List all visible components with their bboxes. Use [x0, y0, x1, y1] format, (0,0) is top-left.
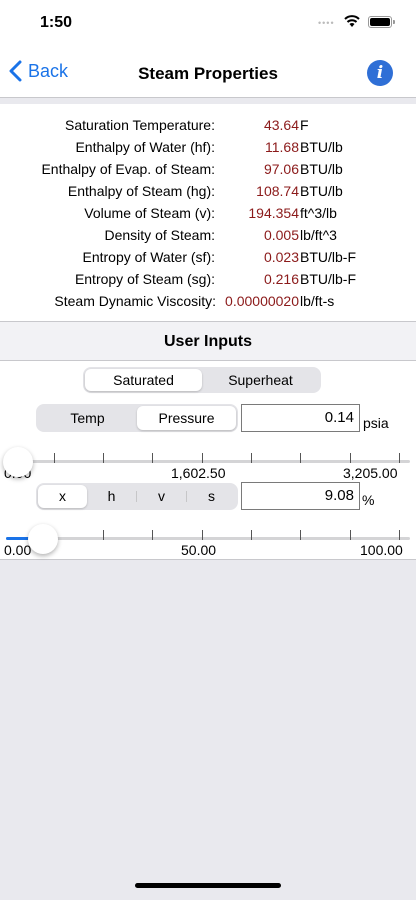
section-header-user-inputs: User Inputs — [0, 322, 416, 361]
slider-tick — [300, 453, 301, 463]
slider-max-label: 3,205.00 — [343, 465, 398, 481]
property-unit: ft^3/lb — [300, 205, 337, 221]
property-label: Steam Dynamic Viscosity: — [54, 293, 216, 309]
slider-tick — [152, 530, 153, 540]
property-unit: lb/ft-s — [300, 293, 335, 309]
pressure-unit-label: psia — [363, 415, 389, 431]
segment-pressure[interactable]: Pressure — [137, 406, 236, 430]
property-row-density-steam: Density of Steam: 0.005 lb/ft^3 — [0, 224, 416, 246]
property-row-enthalpy-steam: Enthalpy of Steam (hg): 108.74 BTU/lb — [0, 180, 416, 202]
info-icon[interactable]: i — [367, 60, 393, 86]
segment-x[interactable]: x — [38, 485, 87, 508]
status-time: 1:50 — [40, 14, 73, 31]
property-unit: BTU/lb-F — [300, 271, 356, 287]
variable-segmented-control: Temp Pressure — [36, 404, 238, 432]
property-row-entropy-water: Entropy of Water (sf): 0.023 BTU/lb-F — [0, 246, 416, 268]
slider-tick — [350, 530, 351, 540]
property-label: Entropy of Water (sf): — [82, 249, 215, 265]
mode-segmented-control: Saturated Superheat — [83, 367, 321, 393]
slider-tick — [152, 453, 153, 463]
slider-max-label: 100.00 — [360, 542, 403, 558]
wifi-icon — [344, 15, 360, 27]
property-row-saturation-temperature: Saturation Temperature: 43.64 F — [0, 114, 416, 136]
property-value: 97.06 — [263, 161, 299, 177]
property-row-entropy-steam: Entropy of Steam (sg): 0.216 BTU/lb-F — [0, 268, 416, 290]
navigation-bar: Back Steam Properties i — [0, 46, 416, 98]
property-row-volume-steam: Volume of Steam (v): 194.354 ft^3/lb — [0, 202, 416, 224]
slider-tick — [202, 530, 203, 540]
slider-tick — [251, 453, 252, 463]
property-unit: BTU/lb — [300, 139, 343, 155]
segment-temp[interactable]: Temp — [38, 406, 137, 430]
property-value: 0.023 — [263, 249, 299, 265]
segment-h[interactable]: h — [87, 485, 136, 508]
status-bar: 1:50 •••• — [0, 0, 416, 46]
battery-icon — [368, 16, 392, 28]
slider-tick — [103, 453, 104, 463]
property-label: Enthalpy of Evap. of Steam: — [41, 161, 215, 177]
property-label: Density of Steam: — [104, 227, 216, 243]
slider-tick — [251, 530, 252, 540]
slider-min-label: 0.00 — [4, 542, 32, 558]
properties-panel: Saturation Temperature: 43.64 F Enthalpy… — [0, 104, 416, 322]
property-label: Enthalpy of Steam (hg): — [67, 183, 215, 199]
segment-saturated[interactable]: Saturated — [85, 369, 202, 391]
property-unit: F — [300, 117, 309, 133]
quality-slider[interactable]: 0.00 50.00 100.00 — [0, 524, 416, 568]
property-label: Enthalpy of Water (hf): — [75, 139, 215, 155]
slider-mid-label: 1,602.50 — [171, 465, 226, 481]
property-unit: BTU/lb — [300, 161, 343, 177]
property-value: 11.68 — [265, 139, 299, 155]
property-label: Volume of Steam (v): — [84, 205, 215, 221]
slider-thumb[interactable] — [27, 524, 58, 554]
quality-segmented-control: x h v s — [36, 483, 238, 510]
home-indicator — [135, 883, 281, 888]
quality-input[interactable]: 9.08 — [241, 482, 360, 510]
slider-tick — [54, 453, 55, 463]
slider-thumb[interactable] — [3, 447, 33, 477]
property-row-enthalpy-evap: Enthalpy of Evap. of Steam: 97.06 BTU/lb — [0, 158, 416, 180]
slider-tick — [399, 453, 400, 463]
slider-tick — [300, 530, 301, 540]
quality-unit-label: % — [362, 492, 375, 508]
property-row-enthalpy-water: Enthalpy of Water (hf): 11.68 BTU/lb — [0, 136, 416, 158]
slider-tick — [103, 530, 104, 540]
property-label: Entropy of Steam (sg): — [74, 271, 215, 287]
segment-superheat[interactable]: Superheat — [202, 369, 319, 391]
property-value: 194.354 — [248, 205, 299, 221]
segment-v[interactable]: v — [137, 485, 186, 508]
page-title: Steam Properties — [138, 64, 278, 83]
property-label: Saturation Temperature: — [65, 117, 215, 133]
property-value: 108.74 — [256, 183, 299, 199]
pressure-input[interactable]: 0.14 — [241, 404, 360, 432]
slider-tick — [350, 453, 351, 463]
property-value: 0.005 — [263, 227, 299, 243]
user-inputs-panel: Saturated Superheat Temp Pressure 0.14 p… — [0, 361, 416, 560]
property-value: 43.64 — [263, 117, 299, 133]
property-row-dynamic-viscosity: Steam Dynamic Viscosity: 0.00000020 lb/f… — [0, 290, 416, 312]
slider-tick — [202, 453, 203, 463]
battery-cap — [393, 20, 395, 24]
cellular-signal-icon: •••• — [318, 18, 335, 28]
property-value: 0.216 — [263, 271, 299, 287]
property-value: 0.00000020 — [225, 293, 299, 309]
property-unit: BTU/lb — [300, 183, 343, 199]
property-unit: lb/ft^3 — [300, 227, 337, 243]
slider-mid-label: 50.00 — [181, 542, 217, 558]
property-unit: BTU/lb-F — [300, 249, 356, 265]
segment-s[interactable]: s — [187, 485, 236, 508]
slider-tick — [399, 530, 400, 540]
